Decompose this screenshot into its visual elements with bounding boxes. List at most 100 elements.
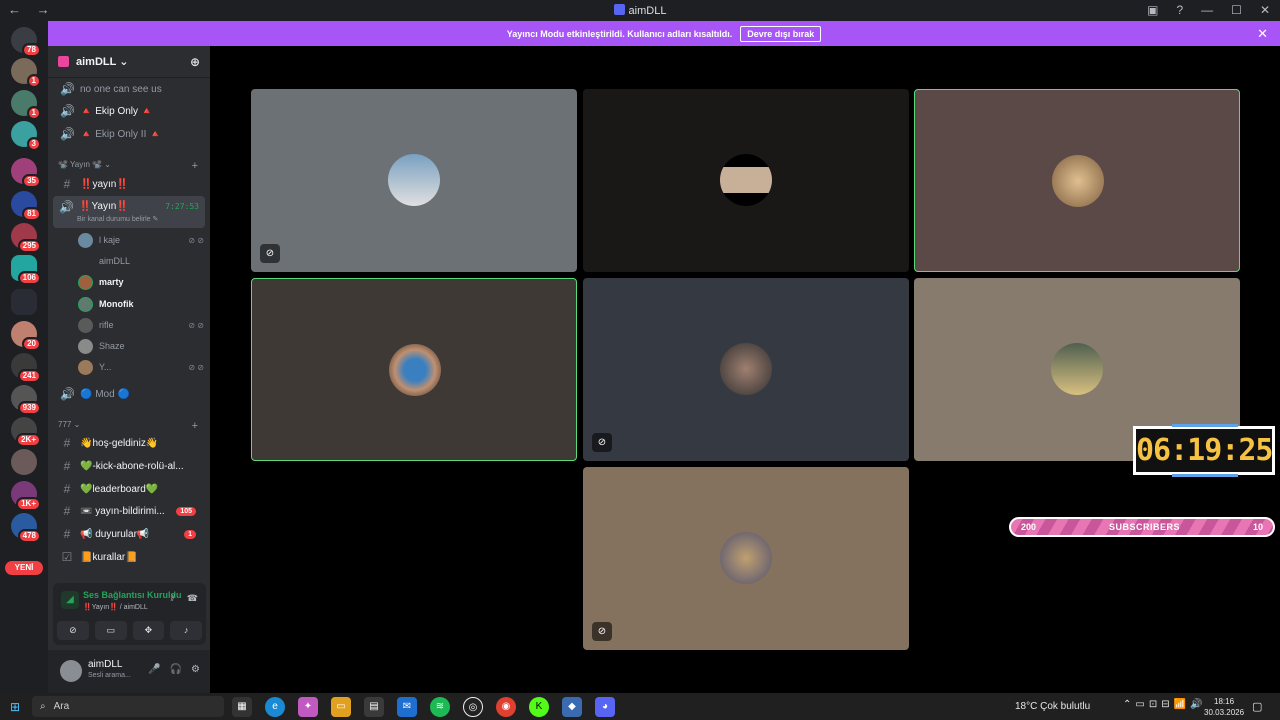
server-icon[interactable] (11, 449, 37, 475)
participant-tile[interactable]: ⊘ (583, 467, 909, 650)
goal-start: 200 (1021, 522, 1037, 532)
microphone-icon[interactable]: 🎤 (148, 664, 160, 675)
obs-icon[interactable]: ◎ (463, 697, 483, 717)
text-channel[interactable]: # 💚leaderboard💚 (56, 479, 206, 499)
text-channel[interactable]: # 👋hoş-geldiniz👋 (56, 433, 206, 453)
server-icon[interactable]: 81 (11, 191, 41, 221)
voice-channel[interactable]: 🔊 🔺 Ekip Only II 🔺 (56, 124, 206, 144)
avatar (78, 359, 93, 375)
close-window-button[interactable]: ✕ (1260, 3, 1270, 17)
screen-share-button[interactable]: ▭ (94, 621, 127, 640)
app-icon[interactable]: ◆ (562, 697, 582, 717)
window-controls[interactable]: ▣ ? — ☐ ✕ (1147, 3, 1270, 17)
goal-end: 10 (1252, 522, 1263, 532)
edge-icon[interactable]: e (265, 697, 285, 717)
channel-sidebar: aimDLL ⌄ ⊕ 🔊 no one can see us 🔊 🔺 Ekip On… (48, 46, 210, 693)
server-icon[interactable]: 241 (11, 353, 41, 383)
gear-icon[interactable]: ⚙ (191, 664, 200, 675)
server-icon[interactable]: 478 (11, 513, 41, 543)
add-channel-icon[interactable]: + (192, 160, 198, 172)
headphones-icon[interactable]: 🎧 (170, 664, 182, 675)
notification-icon[interactable]: ▢ (1252, 700, 1262, 713)
noise-suppression-icon[interactable]: ⫽ (171, 593, 175, 604)
username[interactable]: aimDLL (88, 659, 122, 670)
search-box[interactable]: ⌕ Ara (32, 696, 224, 717)
voice-user[interactable]: marty (78, 273, 204, 291)
mail-icon[interactable]: ✉ (397, 697, 417, 717)
voice-user[interactable]: Monofik (78, 295, 204, 313)
invite-icon[interactable]: ⊕ (190, 55, 200, 69)
guild-icon (58, 56, 69, 67)
minimize-button[interactable]: — (1201, 3, 1213, 17)
server-icon[interactable]: 939 (11, 385, 41, 415)
signal-icon[interactable]: ◢ (61, 591, 79, 609)
guild-header[interactable]: aimDLL ⌄ ⊕ (48, 46, 210, 78)
avatar (1051, 343, 1103, 395)
text-channel[interactable]: # ‼️yayın‼️ (56, 174, 206, 194)
task-view-icon[interactable]: ▦ (232, 697, 252, 717)
activities-button[interactable]: ✥ (132, 621, 165, 640)
store-icon[interactable]: ▤ (364, 697, 384, 717)
speaker-icon: 🔊 (59, 200, 74, 214)
discord-taskbar-icon[interactable]: ◕ (595, 697, 615, 717)
text-channel[interactable]: # 📢 duyurular📢 1 (56, 524, 206, 544)
system-tray[interactable]: ⌃▭⊡⊟📶🔊 (1123, 699, 1207, 710)
server-icon[interactable]: 35 (11, 158, 41, 188)
chrome-icon[interactable]: ◉ (496, 697, 516, 717)
server-icon[interactable]: 1K+ (11, 481, 41, 511)
new-unreads-pill[interactable]: YENİ (5, 561, 43, 575)
server-sidebar: 78 1 1 3 35 81 295 106 20 241 939 2K+ 1K… (0, 21, 48, 693)
server-icon[interactable]: 295 (11, 223, 41, 253)
folder-icon[interactable] (11, 289, 37, 315)
participant-tile-speaking[interactable] (251, 278, 577, 461)
active-voice-channel[interactable]: 🔊 ‼️Yayın‼️ 7:27:53 Bir kanal durumu bel… (53, 196, 205, 228)
start-button[interactable]: ⊞ (10, 700, 20, 714)
server-icon-active[interactable]: 106 (11, 255, 41, 285)
soundboard-button[interactable]: ♪ (170, 621, 202, 640)
participant-tile[interactable] (583, 89, 909, 272)
server-icon[interactable]: 1 (11, 90, 41, 120)
participant-tile-speaking[interactable] (914, 89, 1240, 272)
category-header[interactable]: 777 ⌄ + (58, 420, 198, 432)
category-header[interactable]: 📽️ Yayın 📽️ ⌄ + (58, 160, 198, 172)
server-icon[interactable]: 20 (11, 321, 41, 351)
avatar[interactable] (60, 660, 82, 682)
close-icon[interactable]: ✕ (1257, 26, 1268, 42)
camera-off-icon: ⊘ (592, 622, 612, 641)
participant-tile[interactable]: ⊘ (583, 278, 909, 461)
direct-messages-button[interactable]: 78 (11, 27, 41, 57)
text-channel[interactable]: # 📼 yayın-bildirimi... 105 (56, 501, 206, 521)
taskbar-clock[interactable]: 18:16 30.03.2026 (1204, 696, 1244, 718)
avatar (388, 154, 440, 206)
voice-channel[interactable]: 🔊 🔺 Ekip Only 🔺 (56, 101, 206, 121)
server-icon[interactable]: 3 (11, 121, 41, 151)
disable-streamer-mode-button[interactable]: Devre dışı bırak (740, 25, 822, 42)
channel-status[interactable]: Bir kanal durumu belirle ✎ (77, 215, 158, 223)
text-channel[interactable]: # 💚-kick-abone-rolü-al... (56, 456, 206, 476)
voice-channel[interactable]: 🔊 no one can see us (56, 79, 206, 99)
server-icon[interactable]: 2K+ (11, 417, 41, 447)
participant-tile[interactable]: ⊘ (251, 89, 577, 272)
disconnect-icon[interactable]: ☎ (187, 593, 198, 604)
speaker-icon: 🔊 (60, 387, 75, 401)
help-icon[interactable]: ? (1176, 3, 1183, 17)
voice-user[interactable]: Y... ⊘ ⊘ (78, 358, 204, 376)
voice-channel[interactable]: 🔊 🔵 Mod 🔵 (56, 384, 206, 404)
add-channel-icon[interactable]: + (192, 420, 198, 432)
weather-widget[interactable]: 18°C Çok bulutlu (1015, 701, 1090, 712)
voice-user[interactable]: Shaze (78, 337, 204, 355)
maximize-button[interactable]: ☐ (1231, 3, 1242, 17)
copilot-icon[interactable]: ✦ (298, 697, 318, 717)
spotify-icon[interactable]: ≋ (430, 697, 450, 717)
voice-call-stage: ⊘ ⊘ ⊘ (210, 46, 1280, 693)
server-icon[interactable]: 1 (11, 58, 41, 88)
voice-user[interactable]: aimDLL (78, 252, 204, 270)
inbox-icon[interactable]: ▣ (1147, 3, 1158, 17)
file-explorer-icon[interactable]: ▭ (331, 697, 351, 717)
kick-icon[interactable]: K (529, 697, 549, 717)
text-channel[interactable]: ☑ 📙kurallar📙 (56, 547, 206, 567)
voice-user[interactable]: l kaje ⊘ ⊘ (78, 231, 204, 249)
connection-status[interactable]: Ses Bağlantısı Kuruldu (83, 590, 182, 600)
voice-user[interactable]: rifle ⊘ ⊘ (78, 316, 204, 334)
camera-button[interactable]: ⊘ (57, 621, 89, 640)
